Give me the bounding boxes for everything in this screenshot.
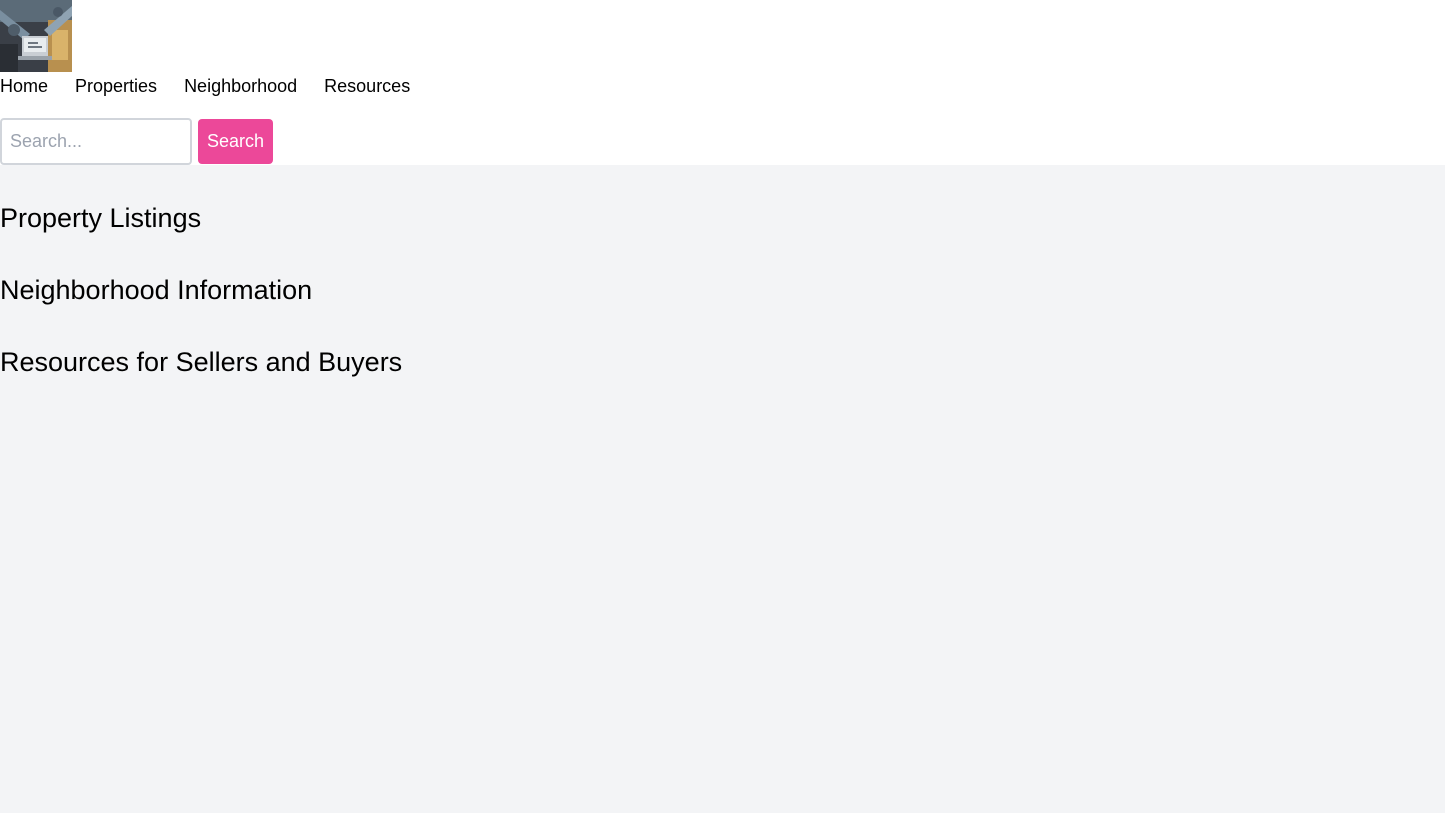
search-bar: Search [0, 118, 274, 165]
nav-item-properties[interactable]: Properties [75, 75, 157, 97]
main-nav: Home Properties Neighborhood Resources [0, 75, 437, 97]
search-input[interactable] [0, 118, 192, 165]
site-header: Home Properties Neighborhood Resources S… [0, 0, 1445, 165]
section-title-property-listings: Property Listings [0, 203, 202, 233]
photo-icon [0, 0, 72, 72]
nav-item-home[interactable]: Home [0, 75, 48, 97]
section-title-resources: Resources for Sellers and Buyers [0, 347, 403, 377]
nav-item-resources[interactable]: Resources [324, 75, 410, 97]
logo-image[interactable] [0, 0, 72, 72]
section-title-neighborhood-information: Neighborhood Information [0, 275, 313, 305]
nav-item-neighborhood[interactable]: Neighborhood [184, 75, 297, 97]
search-button[interactable]: Search [198, 119, 274, 164]
